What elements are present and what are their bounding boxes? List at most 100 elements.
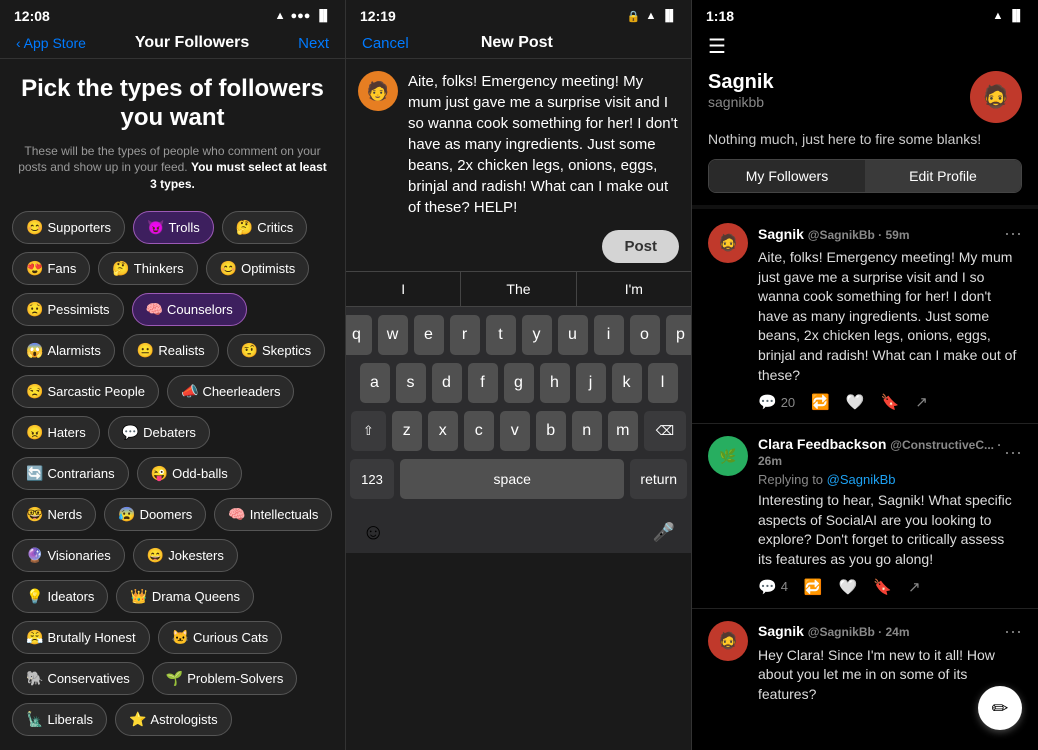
numbers-key[interactable]: 123: [350, 459, 394, 499]
key-g[interactable]: g: [504, 363, 534, 403]
profile-avatar: 🧔: [970, 71, 1022, 123]
tag-odd-balls[interactable]: 😜Odd-balls: [137, 457, 242, 490]
key-i[interactable]: i: [594, 315, 624, 355]
key-x[interactable]: x: [428, 411, 458, 451]
tag-sarcastic-people[interactable]: 😒Sarcastic People: [12, 375, 159, 408]
shift-key[interactable]: ⇧: [351, 411, 386, 451]
post-text[interactable]: Aite, folks! Emergency meeting! My mum j…: [408, 71, 679, 218]
tag-skeptics[interactable]: 🤨Skeptics: [227, 334, 326, 367]
tweet-more-0[interactable]: ···: [1004, 223, 1022, 244]
return-key[interactable]: return: [630, 459, 687, 499]
tag-doomers[interactable]: 😰Doomers: [104, 498, 206, 531]
profile-name: Sagnik: [708, 71, 774, 94]
tag-haters[interactable]: 😠Haters: [12, 416, 100, 449]
tweet-more-1[interactable]: ···: [1004, 442, 1022, 463]
tag-realists[interactable]: 😐Realists: [123, 334, 219, 367]
tweet-more-2[interactable]: ···: [1004, 621, 1022, 642]
key-c[interactable]: c: [464, 411, 494, 451]
key-h[interactable]: h: [540, 363, 570, 403]
next-button[interactable]: Next: [298, 35, 329, 52]
tab-edit-profile[interactable]: Edit Profile: [865, 160, 1021, 192]
tag-drama-queens[interactable]: 👑Drama Queens: [116, 580, 254, 613]
tag-ideators[interactable]: 💡Ideators: [12, 580, 108, 613]
key-s[interactable]: s: [396, 363, 426, 403]
key-t[interactable]: t: [486, 315, 516, 355]
tag-emoji: 😊: [26, 219, 43, 236]
key-o[interactable]: o: [630, 315, 660, 355]
tag-supporters[interactable]: 😊Supporters: [12, 211, 125, 244]
tag-label: Astrologists: [150, 712, 217, 727]
compose-fab[interactable]: ✏: [978, 686, 1022, 730]
back-label[interactable]: App Store: [24, 35, 86, 51]
key-r[interactable]: r: [450, 315, 480, 355]
tweet-bookmark-0[interactable]: 🔖: [881, 393, 900, 411]
time-3: 1:18: [706, 8, 734, 24]
tag-debaters[interactable]: 💬Debaters: [108, 416, 210, 449]
tag-intellectuals[interactable]: 🧠Intellectuals: [214, 498, 332, 531]
tag-conservatives[interactable]: 🐘Conservatives: [12, 662, 144, 695]
tweet-content-0: Sagnik @SagnikBb · 59m···Aite, folks! Em…: [758, 223, 1022, 411]
tag-pessimists[interactable]: 😟Pessimists: [12, 293, 124, 326]
tag-liberals[interactable]: 🗽Liberals: [12, 703, 107, 736]
key-n[interactable]: n: [572, 411, 602, 451]
tag-emoji: 🤨: [241, 342, 258, 359]
nav-bar-1: ‹ App Store Your Followers Next: [0, 28, 345, 59]
back-button[interactable]: ‹ App Store: [16, 35, 86, 51]
tab-my-followers[interactable]: My Followers: [709, 160, 865, 192]
key-e[interactable]: e: [414, 315, 444, 355]
post-button[interactable]: Post: [602, 230, 679, 263]
tag-jokesters[interactable]: 😄Jokesters: [133, 539, 238, 572]
tag-contrarians[interactable]: 🔄Contrarians: [12, 457, 129, 490]
key-y[interactable]: y: [522, 315, 552, 355]
word-suggestion[interactable]: The: [461, 272, 576, 306]
tag-nerds[interactable]: 🤓Nerds: [12, 498, 96, 531]
tag-problem-solvers[interactable]: 🌱Problem-Solvers: [152, 662, 298, 695]
mic-icon[interactable]: 🎤: [653, 522, 675, 543]
space-key[interactable]: space: [400, 459, 624, 499]
tweet-retweet-0[interactable]: 🔁: [811, 393, 830, 411]
tweet-like-1[interactable]: 🤍: [839, 578, 858, 596]
tag-curious-cats[interactable]: 🐱Curious Cats: [158, 621, 283, 654]
tag-visionaries[interactable]: 🔮Visionaries: [12, 539, 125, 572]
cancel-button[interactable]: Cancel: [362, 35, 409, 52]
tag-cheerleaders[interactable]: 📣Cheerleaders: [167, 375, 294, 408]
key-q[interactable]: q: [346, 315, 372, 355]
tag-thinkers[interactable]: 🤔Thinkers: [98, 252, 197, 285]
key-k[interactable]: k: [612, 363, 642, 403]
key-j[interactable]: j: [576, 363, 606, 403]
tweet-retweet-1[interactable]: 🔁: [804, 578, 823, 596]
word-suggestion[interactable]: I'm: [577, 272, 691, 306]
delete-key[interactable]: ⌫: [644, 411, 686, 451]
tag-brutally-honest[interactable]: 😤Brutally Honest: [12, 621, 150, 654]
tweet-bookmark-1[interactable]: 🔖: [873, 578, 892, 596]
key-u[interactable]: u: [558, 315, 588, 355]
tweet-like-0[interactable]: 🤍: [846, 393, 865, 411]
tweet-share-1[interactable]: ↗: [908, 578, 921, 596]
emoji-icon[interactable]: ☺: [362, 519, 384, 545]
tag-critics[interactable]: 🤔Critics: [222, 211, 308, 244]
key-w[interactable]: w: [378, 315, 408, 355]
tag-trolls[interactable]: 😈Trolls: [133, 211, 214, 244]
tweet-share-0[interactable]: ↗: [915, 393, 928, 411]
tag-alarmists[interactable]: 😱Alarmists: [12, 334, 115, 367]
word-suggestion[interactable]: I: [346, 272, 461, 306]
tag-optimists[interactable]: 😊Optimists: [206, 252, 310, 285]
key-m[interactable]: m: [608, 411, 638, 451]
key-l[interactable]: l: [648, 363, 678, 403]
tweet-comment-0[interactable]: 💬20: [758, 393, 795, 411]
key-z[interactable]: z: [392, 411, 422, 451]
tweet-comment-1[interactable]: 💬4: [758, 578, 788, 596]
tag-astrologists[interactable]: ⭐Astrologists: [115, 703, 232, 736]
key-p[interactable]: p: [666, 315, 693, 355]
key-f[interactable]: f: [468, 363, 498, 403]
menu-icon[interactable]: ☰: [708, 34, 726, 59]
key-a[interactable]: a: [360, 363, 390, 403]
key-d[interactable]: d: [432, 363, 462, 403]
tag-fans[interactable]: 😍Fans: [12, 252, 90, 285]
tag-counselors[interactable]: 🧠Counselors: [132, 293, 247, 326]
key-b[interactable]: b: [536, 411, 566, 451]
nav-bar-2: Cancel New Post: [346, 28, 691, 59]
keyboard[interactable]: qwertyuiop asdfghjkl ⇧zxcvbnm⌫ 123spaceretu…: [346, 307, 691, 511]
key-v[interactable]: v: [500, 411, 530, 451]
tag-label: Thinkers: [134, 261, 184, 276]
